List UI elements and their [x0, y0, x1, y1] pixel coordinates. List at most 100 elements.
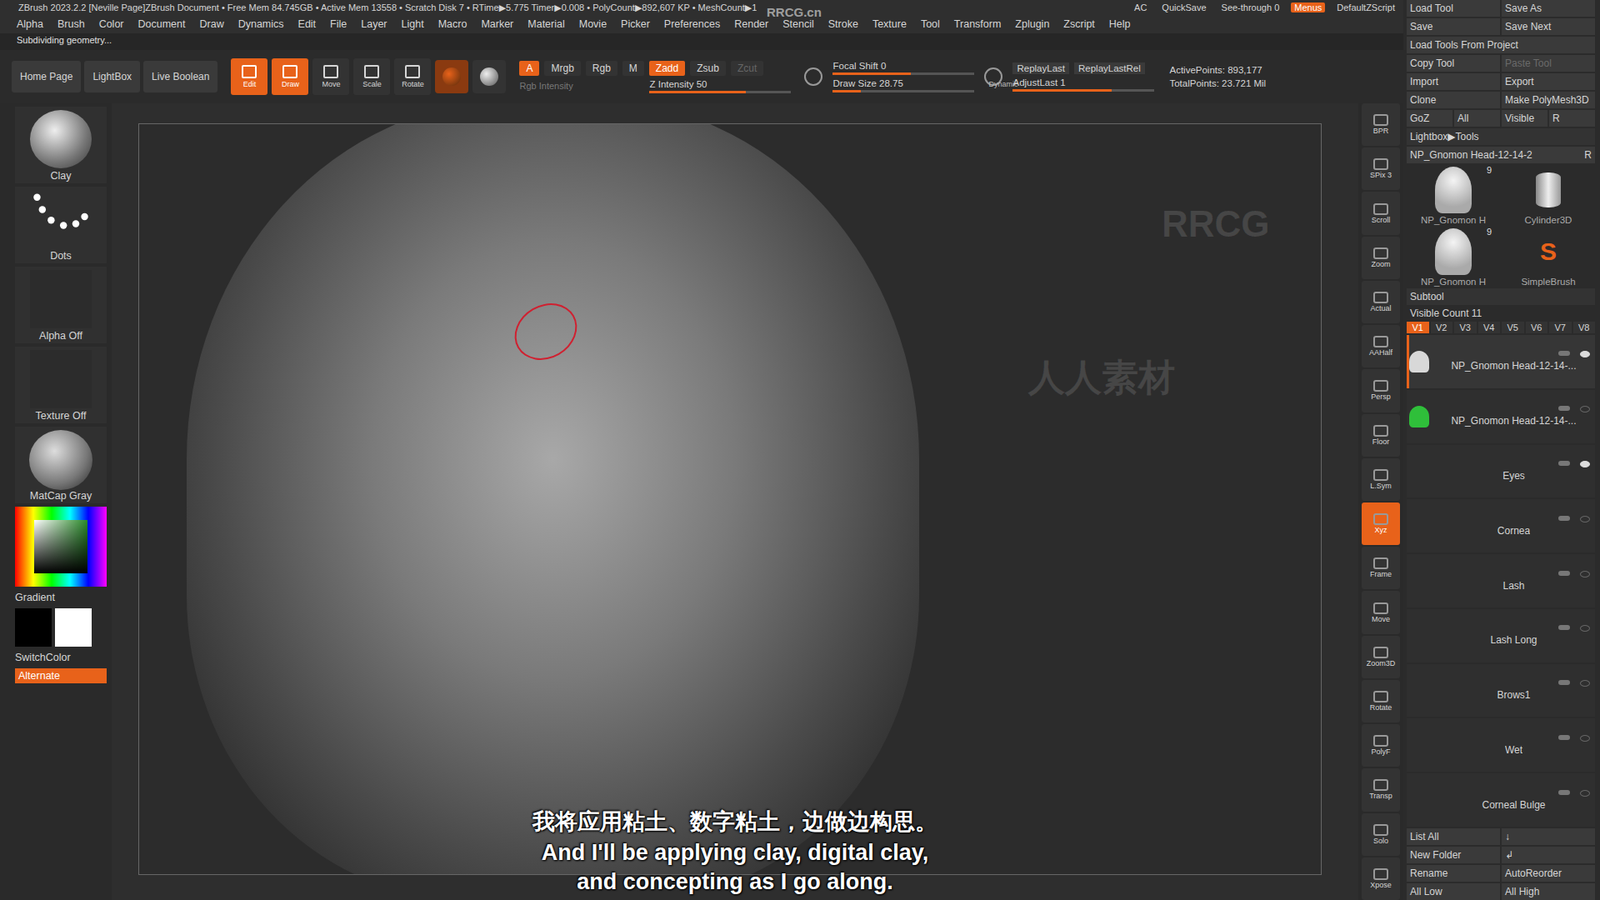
title-button[interactable]: AC [1130, 2, 1150, 13]
alternate-toggle[interactable]: Alternate [15, 668, 107, 684]
tool-palette-button[interactable]: R [1549, 110, 1595, 127]
sphere-icon[interactable] [472, 60, 506, 94]
view-button[interactable]: Xyz [1361, 502, 1400, 545]
tool-palette-button[interactable]: All [1454, 110, 1500, 127]
view-button[interactable]: Solo [1361, 813, 1400, 856]
view-button[interactable]: Transp [1361, 768, 1400, 811]
mode-button[interactable]: M [622, 60, 645, 76]
tool-button[interactable]: Scale [353, 58, 390, 95]
nav-button[interactable]: LightBox [84, 60, 140, 93]
version-button[interactable]: V8 [1573, 321, 1596, 334]
view-button[interactable]: Zoom3D [1361, 635, 1400, 679]
material-button[interactable]: MatCap Gray [15, 426, 107, 504]
tool-palette-button[interactable]: Export [1501, 73, 1595, 90]
focal-shift-slider[interactable]: Focal Shift 0 [832, 60, 975, 75]
switch-color-button[interactable]: SwitchColor [15, 650, 107, 665]
lightbox-tools[interactable]: Lightbox▶Tools [1406, 128, 1595, 145]
menu-item[interactable]: Alpha [16, 18, 44, 30]
viewport[interactable]: RRCG人人素材我将应用粘土、数字粘土，边做边构思。And I'll be ap… [111, 103, 1359, 900]
subtool-item[interactable]: Wet [1406, 718, 1595, 772]
main-color-swatch[interactable] [15, 608, 52, 647]
replay-button[interactable]: ReplayLastRel [1074, 62, 1145, 75]
view-button[interactable]: Frame [1361, 546, 1400, 590]
depth-button[interactable]: Zsub [690, 60, 726, 76]
canvas[interactable] [138, 123, 1322, 875]
view-button[interactable]: Scroll [1361, 191, 1400, 235]
nav-button[interactable]: Home Page [11, 60, 81, 93]
menu-item[interactable]: Brush [57, 18, 85, 30]
material-sphere-icon[interactable] [435, 60, 469, 94]
subtool-item[interactable]: NP_Gnomon Head-12-14-... [1406, 335, 1595, 389]
secondary-color-swatch[interactable] [55, 608, 92, 647]
tool-button[interactable]: Edit [230, 58, 268, 95]
title-button[interactable]: Menus [1290, 2, 1325, 13]
eye-icon[interactable] [1580, 570, 1590, 578]
menu-item[interactable]: Transform [954, 18, 1002, 30]
menu-item[interactable]: Dynamics [238, 18, 285, 30]
view-button[interactable]: AAHalf [1361, 325, 1400, 368]
subtool-button[interactable]: All Low [1406, 883, 1500, 900]
menu-item[interactable]: Texture [872, 18, 907, 30]
gradient-label[interactable]: Gradient [15, 590, 107, 605]
view-button[interactable]: L.Sym [1361, 458, 1400, 501]
focal-icon[interactable] [804, 67, 823, 86]
tool-palette-button[interactable]: Copy Tool [1406, 55, 1500, 72]
eye-icon[interactable] [1580, 735, 1590, 742]
version-button[interactable]: V6 [1525, 321, 1549, 334]
eye-icon[interactable] [1580, 515, 1590, 523]
subtool-item[interactable]: NP_Gnomon Head-12-14-... [1406, 390, 1595, 444]
tool-button[interactable]: Move [312, 58, 350, 95]
eye-icon[interactable] [1580, 405, 1590, 413]
menu-item[interactable]: Movie [579, 18, 607, 30]
view-button[interactable]: SPix 3 [1361, 147, 1400, 190]
eye-icon[interactable] [1580, 625, 1590, 632]
menu-item[interactable]: Material [527, 18, 565, 30]
menu-item[interactable]: Tool [920, 18, 940, 30]
view-button[interactable]: PolyF [1361, 724, 1400, 767]
depth-button[interactable]: Zadd [649, 60, 685, 76]
tool-palette-button[interactable]: Save Next [1501, 18, 1595, 35]
draw-size-slider[interactable]: Draw Size 28.75Dynamic [832, 78, 975, 93]
subtool-button[interactable]: New Folder [1406, 846, 1500, 864]
menu-item[interactable]: Stencil [782, 18, 815, 30]
menu-item[interactable]: Edit [298, 18, 317, 30]
menu-item[interactable]: Stroke [828, 18, 859, 30]
tool-thumbnail[interactable]: Cylinder3D [1501, 165, 1595, 225]
tool-button[interactable]: Rotate [394, 58, 431, 95]
menu-item[interactable]: Macro [438, 18, 468, 30]
subtool-item[interactable]: Eyes [1406, 445, 1595, 499]
brush-button[interactable]: Clay [15, 106, 107, 184]
subtool-header[interactable]: Subtool [1406, 288, 1595, 305]
version-button[interactable]: V2 [1430, 321, 1454, 334]
menu-item[interactable]: Layer [360, 18, 387, 30]
view-button[interactable]: Floor [1361, 414, 1400, 457]
view-button[interactable]: BPR [1361, 103, 1400, 146]
subtool-button[interactable]: List All [1406, 828, 1500, 845]
menu-item[interactable]: Render [734, 18, 769, 30]
version-button[interactable]: V1 [1406, 321, 1430, 334]
stroke-button[interactable]: Dots [15, 186, 107, 264]
tool-palette-button[interactable]: Save [1406, 18, 1500, 35]
menu-item[interactable]: Zplugin [1015, 18, 1050, 30]
tool-button[interactable]: Draw [271, 58, 309, 95]
tool-palette-button[interactable]: Visible [1501, 110, 1548, 127]
nav-button[interactable]: Live Boolean [143, 60, 218, 93]
eye-icon[interactable] [1580, 350, 1590, 358]
view-button[interactable]: Xpose [1361, 857, 1400, 900]
tool-palette-button[interactable]: Load Tools From Project [1406, 36, 1595, 54]
subtool-item[interactable]: Corneal Bulge [1406, 773, 1595, 827]
view-button[interactable]: Zoom [1361, 236, 1400, 280]
tool-palette-button[interactable]: GoZ [1406, 110, 1453, 127]
tool-thumbnail[interactable]: 9NP_Gnomon H [1406, 165, 1500, 225]
eye-icon[interactable] [1580, 460, 1590, 468]
menu-item[interactable]: Color [99, 18, 125, 30]
subtool-button[interactable]: AutoReorder [1501, 865, 1595, 882]
z-intensity-slider[interactable]: Z Intensity 50 [649, 79, 791, 94]
tool-palette-button[interactable]: Load Tool [1406, 0, 1500, 17]
menu-item[interactable]: Preferences [664, 18, 720, 30]
subtool-button[interactable]: ↓ [1501, 828, 1595, 845]
subtool-item[interactable]: Cornea [1406, 499, 1595, 553]
adjust-last-slider[interactable]: AdjustLast 1 [1012, 77, 1155, 92]
title-button[interactable]: QuickSave [1158, 2, 1210, 13]
mode-button[interactable]: Mrgb [544, 60, 580, 76]
